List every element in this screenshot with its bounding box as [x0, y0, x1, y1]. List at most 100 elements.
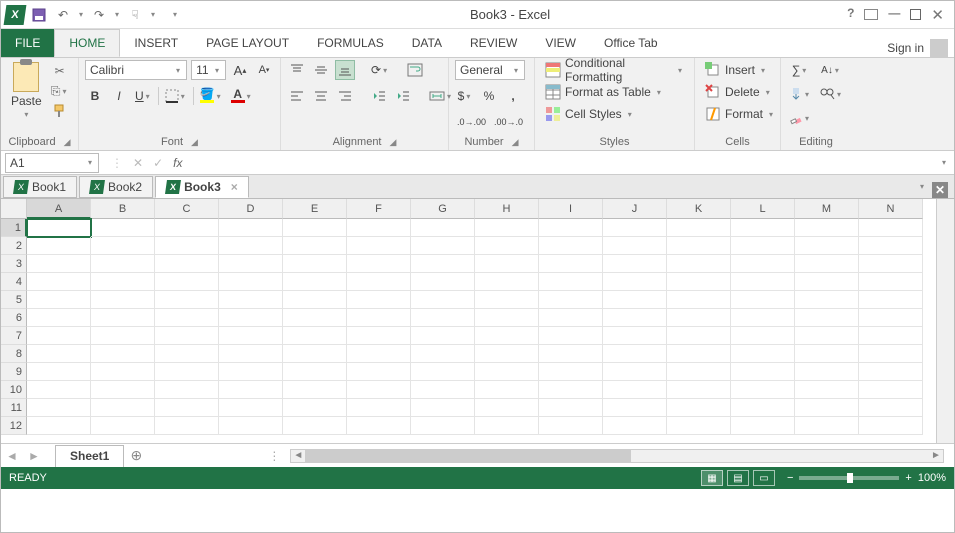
row-header[interactable]: 9	[1, 363, 27, 381]
minimize-button[interactable]: —	[888, 6, 900, 24]
cell[interactable]	[219, 399, 283, 417]
cell[interactable]	[731, 291, 795, 309]
tab-insert[interactable]: INSERT	[120, 29, 192, 57]
cell[interactable]	[219, 309, 283, 327]
cell[interactable]	[155, 327, 219, 345]
cell[interactable]	[667, 363, 731, 381]
cell[interactable]	[603, 255, 667, 273]
cell[interactable]	[859, 381, 923, 399]
qat-undo-button[interactable]: ↶	[53, 5, 73, 25]
cell[interactable]	[603, 273, 667, 291]
fill-color-button[interactable]: 🪣▾	[198, 86, 225, 106]
cell[interactable]	[667, 255, 731, 273]
column-header[interactable]: M	[795, 199, 859, 219]
row-header[interactable]: 7	[1, 327, 27, 345]
accounting-format-button[interactable]: $▾	[455, 86, 475, 106]
cell[interactable]	[91, 291, 155, 309]
close-button[interactable]: ✕	[931, 6, 944, 24]
cell[interactable]	[283, 327, 347, 345]
cell[interactable]	[27, 273, 91, 291]
cell[interactable]	[155, 273, 219, 291]
cell[interactable]	[859, 327, 923, 345]
maximize-button[interactable]	[910, 9, 921, 20]
column-header[interactable]: G	[411, 199, 475, 219]
expand-formula-bar[interactable]: ▾	[940, 158, 948, 167]
bold-button[interactable]: B	[85, 86, 105, 106]
copy-button[interactable]: ⎘▾	[50, 82, 70, 100]
workbook-tab[interactable]: XBook3×	[155, 176, 249, 198]
workbook-tab[interactable]: XBook1	[3, 176, 77, 198]
cell[interactable]	[667, 381, 731, 399]
column-header[interactable]: E	[283, 199, 347, 219]
cell[interactable]	[155, 345, 219, 363]
cell[interactable]	[283, 417, 347, 435]
cell[interactable]	[219, 237, 283, 255]
decrease-decimal-button[interactable]: .00→.0	[492, 112, 525, 132]
cell[interactable]	[283, 309, 347, 327]
cell[interactable]	[219, 417, 283, 435]
cell[interactable]	[603, 345, 667, 363]
find-select-button[interactable]: ▾	[817, 84, 845, 104]
tab-page-layout[interactable]: PAGE LAYOUT	[192, 29, 303, 57]
cell[interactable]	[475, 237, 539, 255]
row-header[interactable]: 5	[1, 291, 27, 309]
column-header[interactable]: I	[539, 199, 603, 219]
align-middle-button[interactable]	[311, 60, 331, 80]
cell[interactable]	[347, 381, 411, 399]
view-normal-button[interactable]: ▦	[701, 470, 723, 486]
conditional-formatting-button[interactable]: Conditional Formatting▾	[541, 60, 688, 80]
cell[interactable]	[347, 417, 411, 435]
zoom-slider[interactable]	[799, 476, 899, 480]
cell[interactable]	[27, 219, 91, 237]
sheet-tab[interactable]: Sheet1	[55, 445, 124, 467]
cell[interactable]	[155, 219, 219, 237]
cell[interactable]	[219, 345, 283, 363]
column-header[interactable]: J	[603, 199, 667, 219]
cell[interactable]	[27, 309, 91, 327]
borders-button[interactable]: ▾	[163, 86, 189, 106]
qat-save-button[interactable]	[29, 5, 49, 25]
cell[interactable]	[219, 327, 283, 345]
column-header[interactable]: L	[731, 199, 795, 219]
cell[interactable]	[475, 381, 539, 399]
cell[interactable]	[411, 255, 475, 273]
cell[interactable]	[27, 327, 91, 345]
cell[interactable]	[283, 381, 347, 399]
cell[interactable]	[283, 255, 347, 273]
cell[interactable]	[27, 399, 91, 417]
cell[interactable]	[283, 273, 347, 291]
cell[interactable]	[219, 381, 283, 399]
view-page-layout-button[interactable]: ▤	[727, 470, 749, 486]
cell[interactable]	[411, 363, 475, 381]
ribbon-display-button[interactable]	[864, 9, 878, 20]
cell[interactable]	[411, 345, 475, 363]
format-cells-button[interactable]: Format▾	[701, 104, 779, 124]
cell[interactable]	[603, 381, 667, 399]
comma-format-button[interactable]: ,	[503, 86, 523, 106]
cell[interactable]	[795, 363, 859, 381]
font-launcher[interactable]: ◢	[191, 137, 198, 148]
align-center-button[interactable]	[311, 86, 331, 106]
cell[interactable]	[667, 399, 731, 417]
cell[interactable]	[347, 273, 411, 291]
tab-office-tab[interactable]: Office Tab	[590, 29, 672, 57]
cell[interactable]	[603, 237, 667, 255]
cell[interactable]	[27, 291, 91, 309]
cell[interactable]	[731, 399, 795, 417]
cell[interactable]	[859, 345, 923, 363]
cell[interactable]	[219, 219, 283, 237]
cell[interactable]	[411, 219, 475, 237]
cell[interactable]	[539, 363, 603, 381]
cell[interactable]	[603, 417, 667, 435]
clipboard-launcher[interactable]: ◢	[64, 137, 71, 148]
cell[interactable]	[347, 255, 411, 273]
format-as-table-button[interactable]: Format as Table▾	[541, 82, 688, 102]
cell[interactable]	[283, 237, 347, 255]
cell[interactable]	[795, 219, 859, 237]
help-button[interactable]: ?	[847, 6, 854, 24]
cell[interactable]	[667, 219, 731, 237]
decrease-indent-button[interactable]	[369, 86, 389, 106]
cell[interactable]	[91, 345, 155, 363]
cell[interactable]	[667, 273, 731, 291]
cell[interactable]	[475, 291, 539, 309]
